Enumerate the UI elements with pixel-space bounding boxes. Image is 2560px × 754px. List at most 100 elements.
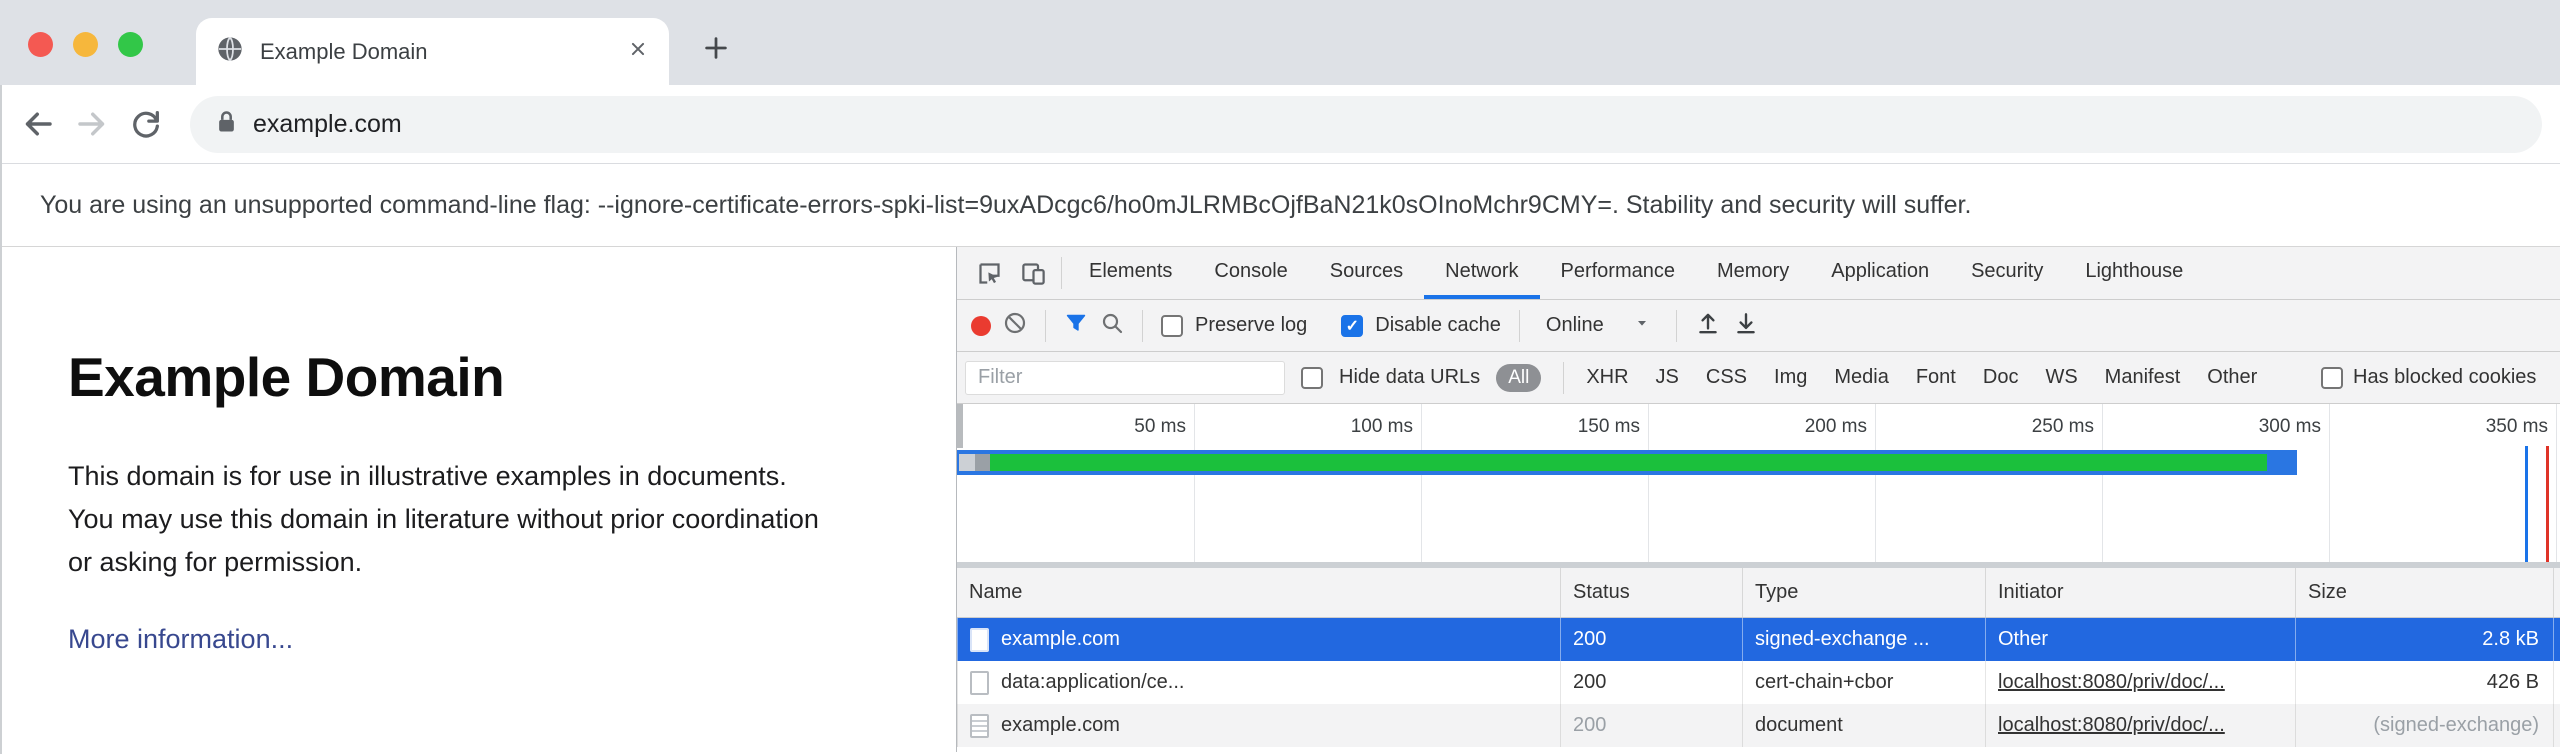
- web-page: Example Domain This domain is for use in…: [0, 247, 956, 752]
- zoom-window-button[interactable]: [118, 32, 143, 57]
- preserve-log-checkbox[interactable]: [1161, 315, 1183, 337]
- request-waterfall-sliver: [2553, 704, 2560, 747]
- filter-chip-doc[interactable]: Doc: [1983, 366, 2019, 389]
- tab-memory[interactable]: Memory: [1696, 247, 1810, 299]
- initiator-link[interactable]: localhost:8080/priv/doc/...: [1998, 714, 2225, 737]
- filter-chip-font[interactable]: Font: [1916, 366, 1956, 389]
- request-name-cell: example.com: [957, 704, 1560, 747]
- hide-data-urls-checkbox[interactable]: [1301, 367, 1323, 389]
- window-left-border: [0, 85, 2, 754]
- filter-chip-manifest[interactable]: Manifest: [2105, 366, 2181, 389]
- divider: [1563, 362, 1564, 394]
- disable-cache-checkbox[interactable]: [1341, 315, 1363, 337]
- url-text: example.com: [253, 110, 402, 139]
- request-type-cell: cert-chain+cbor: [1742, 661, 1985, 704]
- chevron-down-icon: [1634, 314, 1650, 337]
- infobar-text: You are using an unsupported command-lin…: [40, 191, 1971, 220]
- request-name: example.com: [1001, 628, 1120, 651]
- column-header-name[interactable]: Name: [957, 568, 1560, 617]
- filter-chip-ws[interactable]: WS: [2045, 366, 2077, 389]
- filter-chip-xhr[interactable]: XHR: [1586, 366, 1628, 389]
- reload-icon[interactable]: [126, 104, 166, 144]
- filter-chip-media[interactable]: Media: [1834, 366, 1888, 389]
- filter-input[interactable]: [965, 361, 1285, 395]
- has-blocked-cookies-label: Has blocked cookies: [2353, 366, 2536, 389]
- tab-network[interactable]: Network: [1424, 247, 1539, 299]
- address-bar[interactable]: example.com: [190, 96, 2542, 153]
- filter-chip-other[interactable]: Other: [2207, 366, 2257, 389]
- request-name-cell: example.com: [957, 618, 1560, 661]
- minimize-window-button[interactable]: [73, 32, 98, 57]
- ruler-label: 350 ms: [2428, 416, 2548, 438]
- tab-strip: Example Domain: [0, 0, 2560, 85]
- new-tab-button[interactable]: [694, 26, 738, 70]
- filter-chip-css[interactable]: CSS: [1706, 366, 1747, 389]
- filter-funnel-icon[interactable]: [1064, 311, 1088, 341]
- inspect-element-icon[interactable]: [967, 247, 1011, 299]
- export-har-icon[interactable]: [1733, 310, 1759, 342]
- tab-elements[interactable]: Elements: [1068, 247, 1193, 299]
- ruler-label: 250 ms: [1974, 416, 2094, 438]
- request-size-cell: (signed-exchange): [2295, 704, 2553, 747]
- column-header-status[interactable]: Status: [1560, 568, 1742, 617]
- request-waterfall-sliver: [2553, 618, 2560, 661]
- tab-application[interactable]: Application: [1810, 247, 1950, 299]
- more-information-link[interactable]: More information...: [68, 624, 293, 655]
- tab-security[interactable]: Security: [1950, 247, 2064, 299]
- column-header-size[interactable]: Size: [2295, 568, 2553, 617]
- lock-icon[interactable]: [216, 109, 237, 140]
- overview-request-bar[interactable]: [957, 450, 2297, 475]
- search-icon[interactable]: [1100, 311, 1124, 341]
- disable-cache-label: Disable cache: [1375, 314, 1501, 337]
- warning-infobar: You are using an unsupported command-lin…: [0, 163, 2560, 247]
- network-filterbar: Hide data URLs All XHR JS CSS Img Media …: [957, 352, 2560, 404]
- forward-icon[interactable]: [72, 104, 112, 144]
- tab-close-icon[interactable]: [627, 38, 649, 65]
- request-status-cell: 200: [1560, 704, 1742, 747]
- device-toolbar-icon[interactable]: [1011, 247, 1055, 299]
- column-header-type[interactable]: Type: [1742, 568, 1985, 617]
- filter-chip-img[interactable]: Img: [1774, 366, 1807, 389]
- filter-chip-js[interactable]: JS: [1656, 366, 1679, 389]
- network-overview-timeline[interactable]: 50 ms 100 ms 150 ms 200 ms 250 ms 300 ms…: [957, 404, 2560, 562]
- tab-console[interactable]: Console: [1193, 247, 1308, 299]
- browser-toolbar: example.com: [0, 85, 2560, 163]
- tab-performance[interactable]: Performance: [1540, 247, 1697, 299]
- ruler-label: 150 ms: [1520, 416, 1640, 438]
- browser-tab[interactable]: Example Domain: [196, 18, 669, 85]
- request-status-cell: 200: [1560, 618, 1742, 661]
- document-icon: [970, 671, 989, 695]
- content-area: Example Domain This domain is for use in…: [0, 247, 2560, 752]
- overview-scrub-handle[interactable]: [957, 404, 963, 448]
- import-har-icon[interactable]: [1695, 310, 1721, 342]
- tab-sources[interactable]: Sources: [1309, 247, 1424, 299]
- requests-table-header: Name Status Type Initiator Size: [957, 568, 2560, 618]
- has-blocked-cookies-checkbox[interactable]: [2321, 367, 2343, 389]
- column-header-waterfall-sliver[interactable]: [2553, 568, 2560, 617]
- divider: [1045, 310, 1046, 342]
- table-row[interactable]: example.com 200 document localhost:8080/…: [957, 704, 2560, 747]
- traffic-lights: [28, 32, 143, 57]
- ruler-label: 300 ms: [2201, 416, 2321, 438]
- column-header-initiator[interactable]: Initiator: [1985, 568, 2295, 617]
- back-icon[interactable]: [18, 104, 58, 144]
- divider: [1519, 310, 1520, 342]
- gridline-300ms: [2329, 404, 2330, 562]
- request-status-cell: 200: [1560, 661, 1742, 704]
- close-window-button[interactable]: [28, 32, 53, 57]
- clear-icon[interactable]: [1003, 311, 1027, 341]
- devtools-panel: Elements Console Sources Network Perform…: [956, 247, 2560, 752]
- filter-chip-all[interactable]: All: [1496, 364, 1541, 392]
- throttling-value: Online: [1546, 314, 1604, 337]
- table-row[interactable]: data:application/ce... 200 cert-chain+cb…: [957, 661, 2560, 704]
- table-row[interactable]: example.com 200 signed-exchange ... Othe…: [957, 618, 2560, 661]
- ruler-label: 50 ms: [1066, 416, 1186, 438]
- gridline-150ms: [1648, 404, 1649, 562]
- load-event-marker: [2546, 446, 2549, 562]
- throttling-dropdown[interactable]: Online: [1538, 314, 1658, 337]
- gridline-250ms: [2102, 404, 2103, 562]
- request-name-cell: data:application/ce...: [957, 661, 1560, 704]
- initiator-link[interactable]: localhost:8080/priv/doc/...: [1998, 671, 2225, 694]
- tab-lighthouse[interactable]: Lighthouse: [2064, 247, 2204, 299]
- record-button[interactable]: [971, 316, 991, 336]
